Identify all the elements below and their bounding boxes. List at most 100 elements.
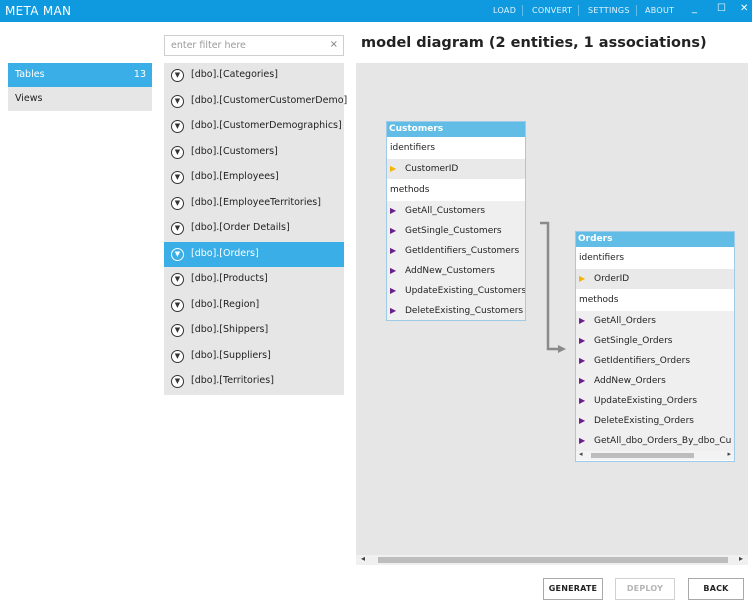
table-item-label: [dbo].[Suppliers] — [191, 349, 271, 361]
minimize-icon[interactable]: _ — [692, 3, 697, 14]
close-icon[interactable]: ✕ — [740, 3, 748, 14]
back-button[interactable]: BACK — [688, 578, 744, 600]
method-arrow-icon: ▶ — [579, 316, 586, 325]
filter-toggle-icon[interactable]: ▼ — [171, 145, 184, 159]
identifiers-label: identifiers — [576, 247, 734, 269]
table-item[interactable]: ▼ [dbo].[Order Details] — [164, 216, 344, 241]
method-name: AddNew_Orders — [594, 376, 666, 386]
table-item[interactable]: ▼ [dbo].[Suppliers] — [164, 344, 344, 369]
methods-label: methods — [387, 179, 525, 201]
generate-button[interactable]: GENERATE — [543, 578, 603, 600]
method-row[interactable]: ▶ GetAll_Orders — [576, 311, 734, 331]
filter-toggle-icon[interactable]: ▼ — [171, 298, 184, 312]
table-item[interactable]: ▼ [dbo].[CustomerCustomerDemo] — [164, 89, 347, 114]
table-list: ▼ [dbo].[Categories] ▼ [dbo].[CustomerCust… — [164, 63, 347, 395]
filter-input[interactable] — [165, 36, 320, 55]
method-arrow-icon: ▶ — [579, 356, 586, 365]
menu-convert[interactable]: CONVERT — [532, 6, 572, 15]
method-name: GetAll_dbo_Orders_By_dbo_Cu — [594, 436, 732, 446]
table-item[interactable]: ▼ [dbo].[Shippers] — [164, 318, 344, 343]
table-item-label: [dbo].[Territories] — [191, 375, 274, 386]
identifier-name: OrderID — [594, 274, 630, 284]
menu-settings[interactable]: SETTINGS — [588, 6, 630, 15]
method-arrow-icon: ▶ — [390, 246, 397, 255]
method-row[interactable]: ▶ AddNew_Orders — [576, 371, 734, 391]
maximize-icon[interactable]: ☐ — [717, 3, 726, 14]
table-item-label: [dbo].[Shippers] — [191, 324, 269, 335]
method-row[interactable]: ▶ GetIdentifiers_Orders — [576, 351, 734, 371]
filter-box: × — [164, 35, 344, 56]
entity-header[interactable]: Orders — [576, 232, 734, 247]
filter-toggle-icon[interactable]: ▼ — [171, 375, 184, 388]
nav-item-label: Tables — [15, 69, 45, 80]
scroll-right-icon[interactable]: ▸ — [739, 554, 743, 563]
scroll-right-icon[interactable]: ▸ — [727, 450, 731, 458]
table-item-label: [dbo].[CustomerDemographics] — [191, 120, 342, 131]
table-item[interactable]: ▼ [dbo].[Territories] — [164, 369, 344, 394]
entity-orders[interactable]: Orders identifiers ▶ OrderID methods ▶ Get… — [575, 231, 735, 462]
method-row[interactable]: ▶ GetIdentifiers_Customers — [387, 241, 525, 261]
method-row[interactable]: ▶ GetAll_Customers — [387, 201, 525, 221]
clear-filter-icon[interactable]: × — [330, 39, 338, 50]
nav-item-label: Views — [15, 93, 43, 104]
method-name: GetSingle_Orders — [594, 336, 673, 346]
scrollbar-thumb[interactable] — [378, 557, 728, 563]
filter-toggle-icon[interactable]: ▼ — [171, 94, 184, 108]
method-arrow-icon: ▶ — [390, 266, 397, 275]
identifier-row[interactable]: ▶ OrderID — [576, 269, 734, 289]
method-arrow-icon: ▶ — [579, 396, 586, 405]
method-name: GetSingle_Customers — [405, 226, 502, 236]
table-item[interactable]: ▼ [dbo].[Employees] — [164, 165, 344, 190]
canvas-horizontal-scrollbar[interactable]: ◂ ▸ — [356, 554, 748, 565]
table-item[interactable]: ▼ [dbo].[CustomerDemographics] — [164, 114, 344, 139]
method-row[interactable]: ▶ UpdateExisting_Customers — [387, 281, 525, 301]
nav-item-tables[interactable]: Tables 13 — [8, 63, 152, 87]
method-row[interactable]: ▶ UpdateExisting_Orders — [576, 391, 734, 411]
menu-load[interactable]: LOAD — [493, 6, 516, 15]
method-row[interactable]: ▶ DeleteExisting_Orders — [576, 411, 734, 431]
filter-toggle-icon[interactable]: ▼ — [171, 171, 184, 184]
scroll-left-icon[interactable]: ◂ — [579, 450, 583, 458]
method-row[interactable]: ▶ GetSingle_Orders — [576, 331, 734, 351]
diagram-canvas[interactable]: Customers identifiers ▶ CustomerID method… — [356, 63, 748, 555]
filter-toggle-icon[interactable]: ▼ — [171, 349, 184, 363]
method-row[interactable]: ▶ GetSingle_Customers — [387, 221, 525, 241]
entity-customers[interactable]: Customers identifiers ▶ CustomerID method… — [386, 121, 526, 321]
filter-toggle-icon[interactable]: ▼ — [171, 273, 184, 286]
title-bar: META MAN LOAD CONVERT SETTINGS ABOUT _ ☐… — [0, 0, 752, 22]
table-item[interactable]: ▼ [dbo].[Categories] — [164, 63, 344, 88]
table-item[interactable]: ▼ [dbo].[EmployeeTerritories] — [164, 191, 344, 216]
method-name: DeleteExisting_Customers — [405, 306, 524, 316]
table-item-label: [dbo].[Categories] — [191, 69, 278, 80]
method-arrow-icon: ▶ — [390, 286, 397, 295]
filter-toggle-icon[interactable]: ▼ — [171, 247, 184, 261]
method-name: DeleteExisting_Orders — [594, 416, 694, 426]
nav-item-views[interactable]: Views — [8, 87, 152, 111]
table-item-selected[interactable]: ▼ [dbo].[Orders] — [164, 241, 344, 267]
menu-separator — [522, 5, 523, 16]
entity-header[interactable]: Customers — [387, 122, 525, 137]
identifier-row[interactable]: ▶ CustomerID — [387, 159, 525, 179]
method-name: GetAll_Orders — [594, 316, 656, 326]
method-row[interactable]: ▶ AddNew_Customers — [387, 261, 525, 281]
method-arrow-icon: ▶ — [390, 226, 397, 235]
method-arrow-icon: ▶ — [579, 436, 586, 445]
method-name: UpdateExisting_Customers — [405, 286, 526, 296]
table-item[interactable]: ▼ [dbo].[Region] — [164, 293, 344, 318]
deploy-button[interactable]: DEPLOY — [615, 578, 675, 600]
filter-toggle-icon[interactable]: ▼ — [171, 324, 184, 337]
filter-toggle-icon[interactable]: ▼ — [171, 120, 184, 133]
scroll-left-icon[interactable]: ◂ — [361, 554, 365, 563]
filter-toggle-icon[interactable]: ▼ — [171, 196, 184, 210]
filter-toggle-icon[interactable]: ▼ — [171, 222, 184, 235]
method-row[interactable]: ▶ DeleteExisting_Customers — [387, 301, 525, 320]
table-item[interactable]: ▼ [dbo].[Customers] — [164, 140, 344, 165]
entity-horizontal-scrollbar[interactable]: ◂ ▸ — [576, 450, 734, 460]
object-type-nav: Tables 13 Views — [8, 63, 152, 111]
filter-toggle-icon[interactable]: ▼ — [171, 69, 184, 82]
table-item[interactable]: ▼ [dbo].[Products] — [164, 267, 344, 292]
menu-about[interactable]: ABOUT — [645, 6, 674, 15]
method-row[interactable]: ▶ GetAll_dbo_Orders_By_dbo_Cu — [576, 431, 734, 451]
scrollbar-thumb[interactable] — [591, 453, 694, 458]
table-item-label: [dbo].[Employees] — [191, 171, 279, 182]
